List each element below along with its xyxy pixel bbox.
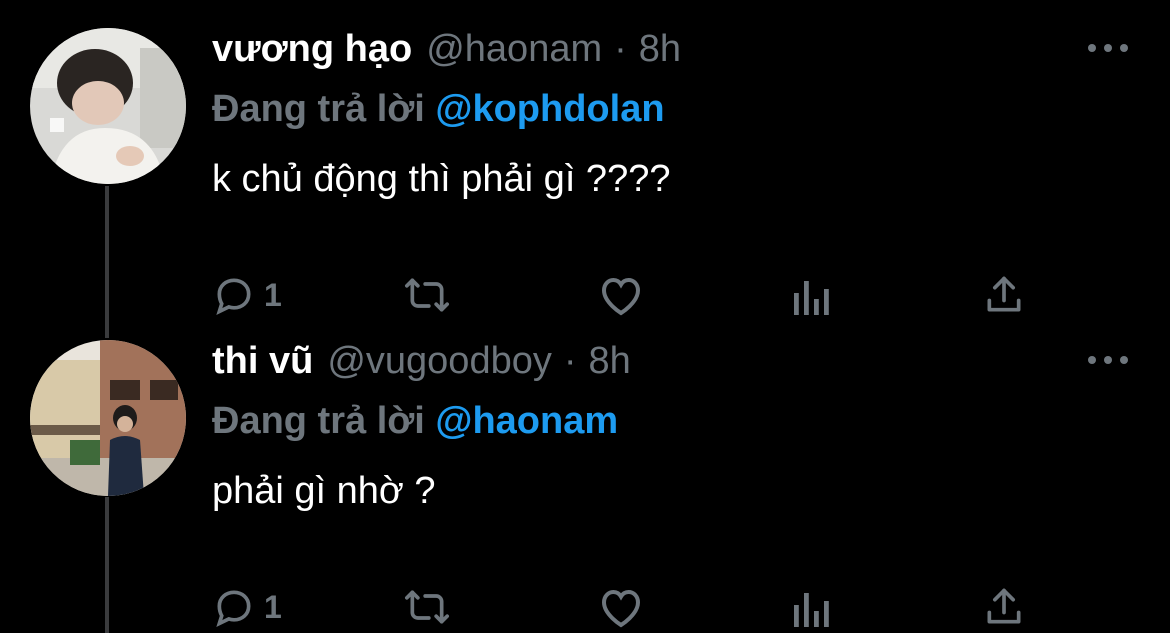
display-name[interactable]: thi vũ (212, 340, 313, 383)
reply-count: 1 (264, 588, 282, 625)
share-button[interactable] (982, 582, 1026, 632)
analytics-icon (794, 281, 829, 315)
like-icon (601, 589, 641, 628)
tweet[interactable]: vương hạo @haonam · 8h Đang trả lời @kop… (0, 28, 1170, 328)
timestamp[interactable]: 8h (639, 28, 681, 71)
separator-dot: · (563, 340, 577, 382)
reply-button[interactable]: 1 (212, 582, 282, 632)
more-icon[interactable] (1088, 350, 1128, 370)
share-icon (987, 588, 1021, 624)
tweet-actions: 1 (212, 582, 1042, 632)
analytics-icon (794, 593, 829, 627)
like-icon (601, 277, 641, 316)
like-button[interactable] (597, 582, 645, 632)
retweet-button[interactable] (402, 270, 452, 320)
user-handle[interactable]: @haonam (426, 28, 602, 71)
tweet[interactable]: thi vũ @vugoodboy · 8h Đang trả lời @hao… (0, 340, 1170, 633)
timestamp[interactable]: 8h (589, 340, 631, 383)
replying-to: Đang trả lời @haonam (212, 400, 618, 443)
replying-to: Đang trả lời @kophdolan (212, 88, 665, 131)
reply-button[interactable]: 1 (212, 270, 282, 320)
tweet-actions: 1 (212, 270, 1042, 320)
tweet-text: k chủ động thì phải gì ???? (212, 158, 671, 200)
user-handle[interactable]: @vugoodboy (327, 340, 552, 383)
tweet-header: vương hạo @haonam · 8h (212, 28, 681, 88)
mention-link[interactable]: @haonam (435, 400, 618, 442)
retweet-icon (405, 278, 449, 312)
tweet-header: thi vũ @vugoodboy · 8h (212, 340, 631, 400)
mention-link[interactable]: @kophdolan (435, 88, 664, 130)
display-name[interactable]: vương hạo (212, 28, 412, 71)
retweet-icon (405, 590, 449, 624)
like-button[interactable] (597, 270, 645, 320)
replying-prefix: Đang trả lời (212, 400, 425, 442)
avatar[interactable] (30, 28, 186, 184)
analytics-button[interactable] (792, 270, 832, 320)
reply-icon (216, 590, 251, 628)
replying-prefix: Đang trả lời (212, 88, 425, 130)
separator-dot: · (614, 28, 627, 70)
tweet-text: phải gì nhờ ? (212, 470, 436, 512)
retweet-button[interactable] (402, 582, 452, 632)
analytics-button[interactable] (792, 582, 832, 632)
share-icon (987, 276, 1021, 312)
more-icon[interactable] (1088, 38, 1128, 58)
share-button[interactable] (982, 270, 1026, 320)
reply-icon (216, 278, 251, 316)
avatar[interactable] (30, 340, 186, 496)
reply-count: 1 (264, 276, 282, 313)
